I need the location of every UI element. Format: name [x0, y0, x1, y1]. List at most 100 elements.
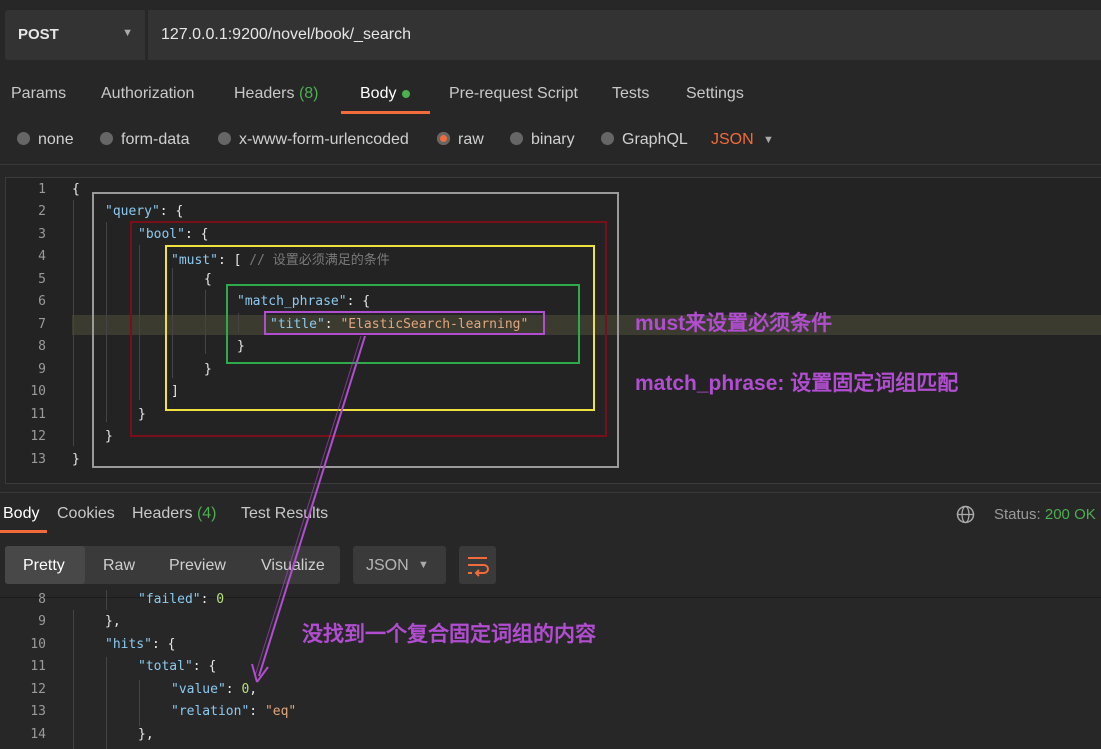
radio-raw-label: raw — [458, 131, 484, 148]
radio-graphql-label: GraphQL — [622, 131, 688, 148]
json-key: "hits" — [105, 637, 152, 652]
response-tab-headers-count: (4) — [196, 505, 217, 522]
json-key: "total" — [138, 659, 193, 674]
tab-authorization[interactable]: Authorization — [101, 85, 194, 103]
status-value: 200 OK — [1044, 506, 1096, 523]
line-number: 4 — [38, 249, 46, 264]
response-line: "failed": 0 — [138, 592, 225, 607]
wrap-lines-button[interactable] — [459, 546, 496, 584]
response-tab-body[interactable]: Body — [3, 505, 39, 523]
radio-selected-icon — [437, 132, 450, 145]
view-mode-pretty[interactable]: Pretty — [23, 557, 65, 575]
line-number: 10 — [30, 384, 46, 399]
chevron-down-icon: ▼ — [418, 559, 429, 571]
response-line: }, — [138, 727, 154, 742]
line-number: 6 — [38, 294, 46, 309]
url-input[interactable]: 127.0.0.1:9200/novel/book/_search — [148, 10, 1101, 60]
body-language-select[interactable]: JSON — [711, 131, 754, 149]
tab-params[interactable]: Params — [11, 85, 66, 103]
json-key: "value" — [171, 682, 226, 697]
json-key: "failed" — [138, 592, 201, 607]
radio-circle-icon — [218, 132, 231, 145]
annotation-match-phrase: match_phrase: 设置固定词组匹配 — [635, 372, 959, 395]
line-number: 12 — [30, 682, 46, 697]
response-status: Status: 200 OK — [994, 506, 1096, 523]
line-number: 11 — [30, 407, 46, 422]
response-tab-cookies[interactable]: Cookies — [57, 505, 115, 523]
radio-none-label: none — [38, 131, 74, 148]
line-number: 13 — [30, 704, 46, 719]
json-key: "relation" — [171, 704, 250, 719]
radio-form-data[interactable]: form-data — [100, 131, 189, 149]
indent-guide — [73, 610, 74, 749]
title-box-outline — [264, 311, 545, 335]
indent-guide — [106, 657, 107, 749]
tab-headers-count: (8) — [298, 85, 319, 102]
line-number: 3 — [38, 227, 46, 242]
view-mode-raw[interactable]: Raw — [103, 557, 135, 575]
radio-graphql[interactable]: GraphQL — [601, 131, 688, 149]
tab-settings[interactable]: Settings — [686, 85, 744, 103]
status-label: Status: — [994, 506, 1041, 523]
tab-body-label: Body — [360, 85, 397, 102]
tab-body[interactable]: Body — [360, 85, 411, 103]
response-tab-headers-label: Headers — [132, 505, 193, 522]
radio-binary[interactable]: binary — [510, 131, 575, 149]
response-line: "value": 0, — [171, 682, 258, 697]
radio-none[interactable]: none — [17, 131, 74, 149]
url-text: 127.0.0.1:9200/novel/book/_search — [161, 26, 411, 43]
line-number: 11 — [30, 659, 46, 674]
response-line: "relation": "eq" — [171, 704, 297, 719]
line-number: 1 — [38, 182, 46, 197]
divider — [0, 492, 1101, 493]
radio-circle-icon — [510, 132, 523, 145]
chevron-down-icon[interactable]: ▼ — [763, 134, 774, 146]
response-line: "total": { — [138, 659, 217, 674]
radio-binary-label: binary — [531, 131, 575, 148]
response-format-label: JSON — [366, 557, 409, 574]
response-tab-test-results[interactable]: Test Results — [241, 505, 328, 523]
annotation-must: must来设置必须条件 — [635, 312, 833, 335]
view-mode-visualize[interactable]: Visualize — [261, 557, 325, 575]
code-line: { — [72, 182, 80, 197]
tab-headers-label: Headers — [234, 85, 295, 102]
response-format-select[interactable]: JSON ▼ — [353, 546, 446, 584]
active-response-tab-indicator — [0, 530, 47, 533]
response-line: "hits": { — [105, 637, 176, 652]
line-number: 14 — [30, 727, 46, 742]
radio-raw[interactable]: raw — [437, 131, 484, 149]
line-number: 2 — [38, 204, 46, 219]
line-number: 8 — [38, 339, 46, 354]
globe-icon[interactable] — [956, 505, 975, 524]
indent-guide — [139, 680, 140, 726]
radio-form-data-label: form-data — [121, 131, 190, 148]
line-number: 7 — [38, 317, 46, 332]
tab-pre-request-script[interactable]: Pre-request Script — [449, 85, 578, 103]
code-line: } — [72, 452, 80, 467]
radio-circle-icon — [100, 132, 113, 145]
radio-circle-icon — [17, 132, 30, 145]
radio-urlencoded-label: x-www-form-urlencoded — [239, 131, 409, 148]
tab-headers[interactable]: Headers (8) — [234, 85, 319, 103]
view-mode-preview[interactable]: Preview — [169, 557, 226, 575]
line-number: 10 — [30, 637, 46, 652]
response-line: }, — [105, 614, 121, 629]
line-number: 9 — [38, 362, 46, 377]
indent-guide — [106, 590, 107, 610]
line-number: 9 — [38, 614, 46, 629]
tab-tests[interactable]: Tests — [612, 85, 649, 103]
line-number: 12 — [30, 429, 46, 444]
response-tab-headers[interactable]: Headers (4) — [132, 505, 217, 523]
json-number: 0 — [216, 592, 225, 607]
radio-circle-icon — [601, 132, 614, 145]
radio-x-www-form-urlencoded[interactable]: x-www-form-urlencoded — [218, 131, 409, 149]
line-number: 8 — [38, 592, 46, 607]
json-number: 0 — [241, 682, 250, 697]
body-status-dot-icon — [402, 89, 411, 98]
json-string: "eq" — [264, 704, 297, 719]
method-label: POST — [18, 26, 59, 43]
divider — [0, 164, 1101, 165]
active-tab-indicator — [341, 111, 430, 114]
method-select[interactable]: POST ▼ — [5, 10, 145, 60]
indent-guide — [73, 200, 74, 446]
